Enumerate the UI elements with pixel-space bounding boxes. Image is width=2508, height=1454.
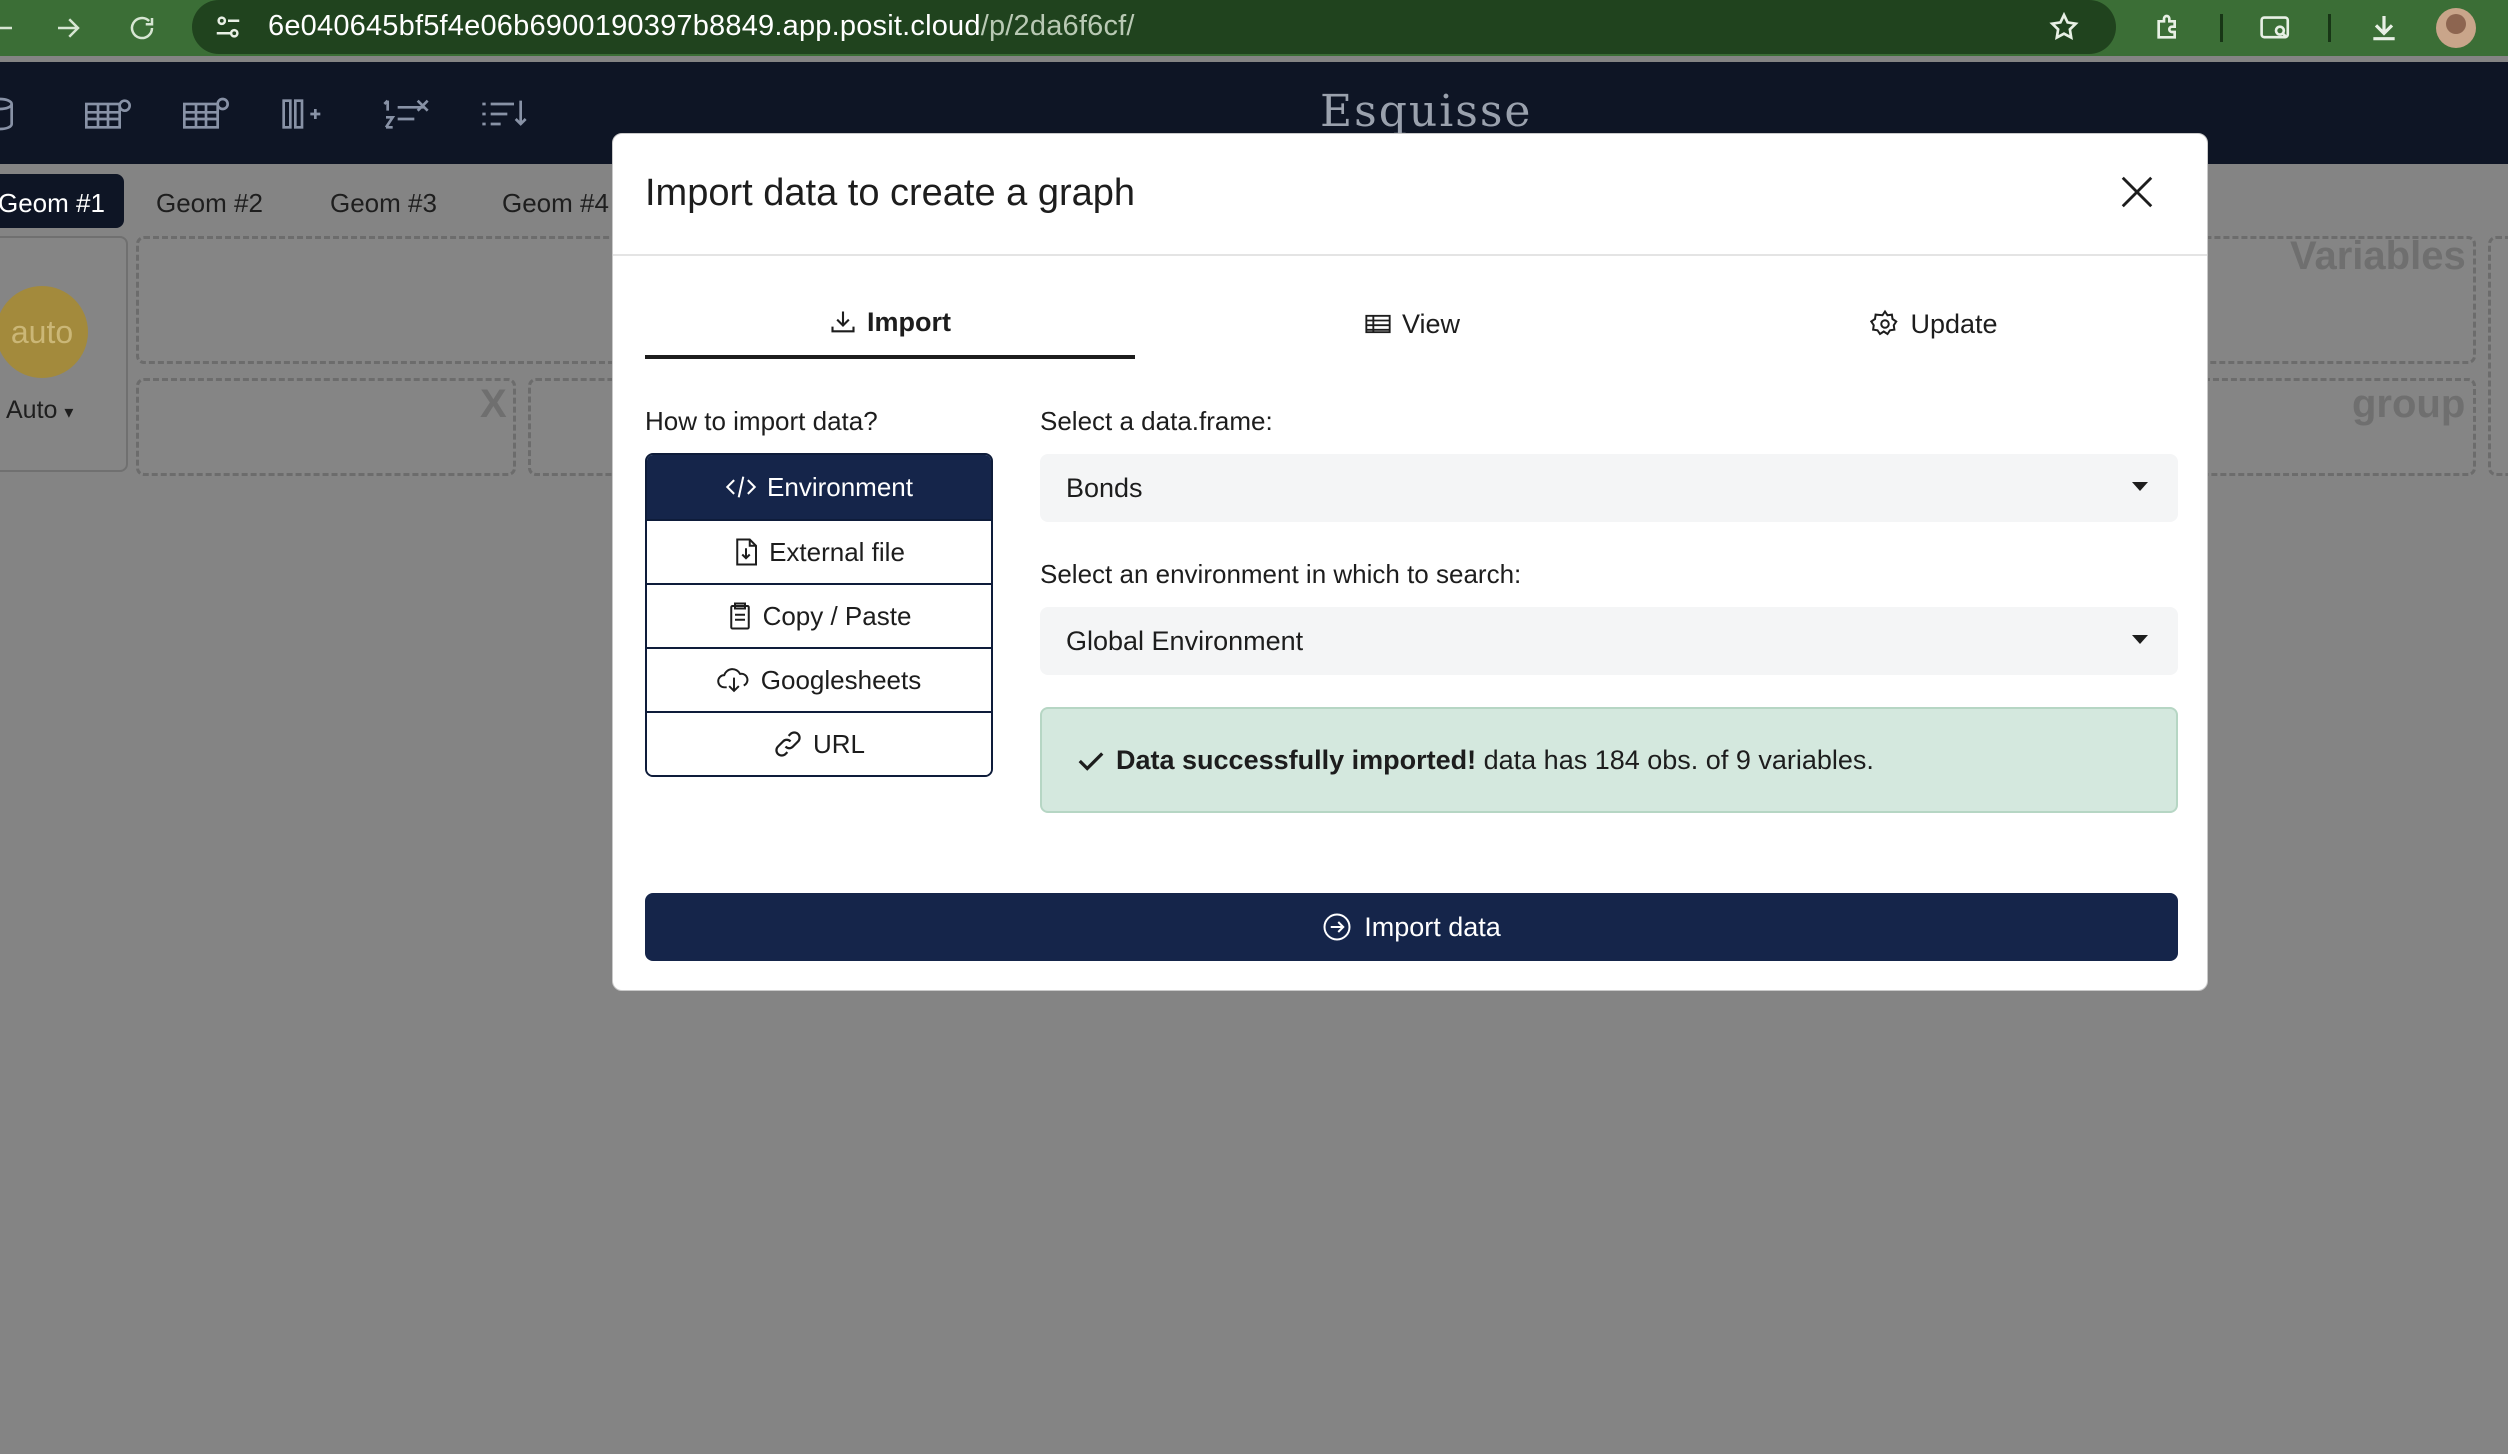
caret-down-icon: ▾ — [64, 402, 74, 422]
tab-update[interactable]: Update — [1689, 289, 2179, 359]
x-label: X — [480, 382, 507, 426]
download-icon — [831, 311, 855, 333]
caret-down-icon — [2132, 482, 2148, 491]
method-googlesheets-label: Googlesheets — [760, 664, 922, 695]
table-icon — [1365, 314, 1391, 334]
checkmark-icon — [1078, 751, 1104, 771]
tab-import[interactable]: Import — [645, 289, 1135, 359]
environment-select-value: Global Environment — [1066, 626, 1304, 656]
group-label: group — [2352, 382, 2466, 426]
database-icon[interactable] — [0, 92, 28, 136]
x-dropzone[interactable] — [136, 378, 516, 476]
clipboard-icon — [729, 602, 750, 630]
alert-text: data has 184 obs. of 9 variables. — [1476, 745, 1874, 775]
arrow-circle-right-icon — [1323, 913, 1351, 941]
profile-avatar[interactable] — [2436, 8, 2476, 48]
method-copy-paste-button[interactable]: Copy / Paste — [647, 583, 991, 647]
link-icon — [775, 731, 801, 757]
table-settings-icon[interactable] — [178, 92, 234, 136]
dataframe-select-value: Bonds — [1066, 473, 1143, 503]
method-copy-paste-label: Copy / Paste — [762, 600, 912, 631]
gear-icon — [1870, 309, 1899, 336]
import-method-group: Environment External file Copy / Paste G… — [645, 453, 993, 777]
toolbar-separator — [2328, 14, 2331, 42]
alert-bold-text: Data successfully imported! — [1116, 745, 1477, 775]
reload-icon[interactable] — [122, 8, 162, 48]
browser-toolbar: 6e040645bf5f4e06b6900190397b8849.app.pos… — [0, 0, 2508, 56]
method-url-label: URL — [812, 728, 865, 759]
geom-tab-4[interactable]: Geom #4 — [482, 174, 629, 228]
address-bar[interactable]: 6e040645bf5f4e06b6900190397b8849.app.pos… — [192, 0, 2116, 54]
modal-header: Import data to create a graph — [613, 134, 2207, 256]
auto-dropdown[interactable]: Auto ▾ — [6, 396, 73, 425]
select-dataframe-label: Select a data.frame: — [1040, 406, 1273, 436]
import-success-alert: Data successfully imported! data has 184… — [1040, 707, 2178, 813]
import-data-button[interactable]: Import data — [645, 893, 2178, 961]
geom-tab-1[interactable]: Geom #1 — [0, 174, 124, 228]
code-icon — [725, 476, 757, 498]
site-settings-icon[interactable] — [210, 9, 246, 45]
variables-label: Variables — [2290, 234, 2466, 278]
tab-view-label: View — [1401, 308, 1461, 339]
table-view-icon[interactable] — [80, 92, 136, 136]
method-external-file-label: External file — [769, 536, 905, 567]
extensions-icon[interactable] — [2148, 8, 2188, 48]
method-environment-button[interactable]: Environment — [647, 455, 991, 519]
caret-down-icon — [2132, 635, 2148, 644]
cast-search-icon[interactable] — [2256, 8, 2296, 48]
url-text: 6e040645bf5f4e06b6900190397b8849.app.pos… — [268, 10, 1135, 42]
back-icon[interactable] — [0, 8, 22, 48]
tab-view[interactable]: View — [1167, 289, 1657, 359]
sort-icon[interactable] — [476, 92, 532, 136]
downloads-icon[interactable] — [2364, 8, 2404, 48]
how-to-import-label: How to import data? — [645, 406, 878, 436]
bookmark-star-icon[interactable] — [2046, 9, 2082, 45]
close-icon[interactable] — [2105, 160, 2169, 224]
file-import-icon — [736, 538, 758, 566]
import-data-button-label: Import data — [1364, 911, 1501, 942]
tab-update-label: Update — [1910, 308, 1998, 339]
cloud-download-icon — [717, 668, 749, 693]
geom-tab-2[interactable]: Geom #2 — [136, 174, 283, 228]
dataframe-select[interactable]: Bonds — [1040, 454, 2178, 522]
import-data-modal: Import data to create a graph Import Vie… — [612, 133, 2208, 991]
method-googlesheets-button[interactable]: Googlesheets — [647, 647, 991, 711]
environment-select[interactable]: Global Environment — [1040, 607, 2178, 675]
auto-dropdown-label: Auto — [6, 396, 58, 424]
tab-import-label: Import — [867, 306, 951, 337]
reorder-levels-icon[interactable] — [378, 92, 434, 136]
auto-geom-button[interactable]: auto — [0, 286, 88, 378]
method-environment-label: Environment — [767, 471, 913, 502]
app-title: Esquisse — [1320, 86, 1533, 137]
method-url-button[interactable]: URL — [647, 711, 991, 775]
toolbar-separator — [2220, 14, 2223, 42]
forward-icon[interactable] — [48, 8, 88, 48]
geom-tab-3[interactable]: Geom #3 — [310, 174, 457, 228]
select-environment-label: Select an environment in which to search… — [1040, 559, 1522, 589]
geom-selector-card: auto Auto ▾ — [0, 236, 128, 472]
facet-dropzone[interactable] — [2488, 236, 2508, 476]
method-external-file-button[interactable]: External file — [647, 519, 991, 583]
modal-title: Import data to create a graph — [645, 172, 1136, 214]
add-column-icon[interactable] — [274, 92, 330, 136]
